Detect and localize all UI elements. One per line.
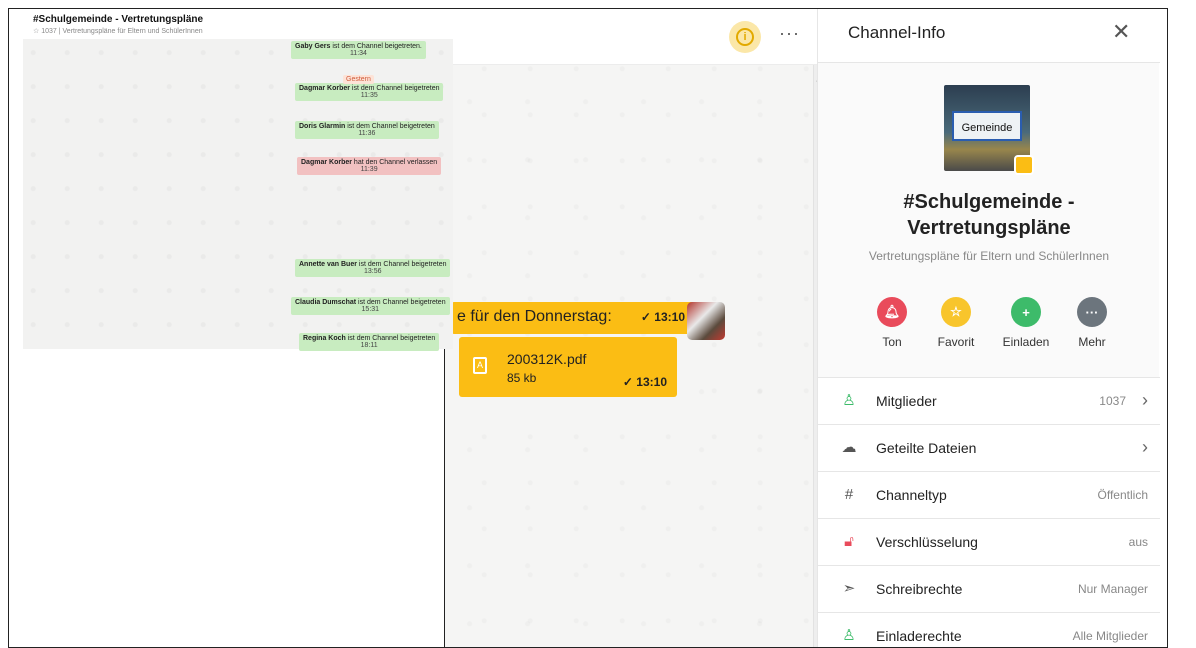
left-chat-log: Gaby Gers ist dem Channel beigetreten. 11… [23, 39, 453, 351]
info-menu: ♙ Mitglieder 1037 › ☁ Geteilte Dateien ›… [818, 377, 1160, 647]
pdf-file-icon: A [473, 357, 487, 374]
panel-title: Channel-Info [848, 23, 946, 42]
action-favorit[interactable]: ☆ Favorit [926, 297, 986, 349]
action-label: Ton [882, 335, 902, 349]
channel-image-label: Gemeinde [952, 111, 1022, 141]
more-icon: ··· [1077, 297, 1107, 327]
message-time: 13:56 [363, 268, 382, 275]
left-channel-subtitle: ☆ 1037 | Vertretungspläne für Eltern und… [33, 28, 203, 35]
close-icon[interactable]: ✕ [1112, 19, 1130, 45]
chat-area: i ··· e für den Donnerstag: ✓ 13:10 A 20… [429, 9, 833, 647]
message-text: e für den Donnerstag: [457, 308, 612, 325]
member-name: Annette van Buer [299, 261, 357, 268]
system-text: ist dem Channel beigetreten [347, 335, 436, 342]
member-name: Dagmar Korber [299, 85, 350, 92]
camera-icon[interactable] [1014, 155, 1034, 175]
action-label: Einladen [1002, 335, 1050, 349]
channel-name-line1: #Schulgemeinde - [903, 191, 1075, 213]
message-time: ✓ 13:10 [640, 310, 685, 324]
member-name: Doris Glarmin [299, 123, 346, 130]
cloud-icon: ☁ [841, 439, 857, 456]
row-label: Channeltyp [876, 487, 947, 503]
system-message: Dagmar Korber hat den Channel verlassen 1… [297, 157, 442, 175]
row-value: 1037 [1099, 394, 1126, 408]
action-ton[interactable]: 🔔︎ Ton [862, 297, 922, 349]
action-einladen[interactable]: + Einladen [996, 297, 1056, 349]
message-time: 15:31 [361, 306, 380, 313]
channel-description: Vertretungspläne für Eltern und SchülerI… [868, 249, 1110, 263]
system-message: Doris Glarmin ist dem Channel beigetrete… [295, 121, 439, 139]
message-time: 11:39 [360, 166, 378, 173]
row-value: aus [1128, 535, 1148, 549]
row-einladerechte[interactable]: ♙ Einladerechte Alle Mitglieder [818, 612, 1160, 647]
system-text: ist dem Channel beigetreten [347, 123, 435, 130]
panel-header: Channel-Info ✕ [818, 9, 1160, 63]
add-user-icon: + [1011, 297, 1041, 327]
more-options-button[interactable]: ··· [779, 23, 800, 44]
channel-info-panel: Channel-Info ✕ Gemeinde #Schulgemeinde -… [817, 9, 1160, 647]
file-size: 85 kb [507, 371, 537, 385]
channel-name-line2: Vertretungspläne [907, 217, 1071, 239]
system-text: ist dem Channel beigetreten [351, 85, 440, 92]
row-geteilte-dateien[interactable]: ☁ Geteilte Dateien › [818, 424, 1160, 471]
system-text: ist dem Channel beigetreten. [332, 43, 422, 50]
megaphone-icon: ➣ [842, 580, 856, 597]
member-name: Gaby Gers [295, 43, 331, 50]
file-attachment[interactable]: A 200312K.pdf 85 kb ✓ 13:10 [459, 337, 677, 397]
row-label: Verschlüsselung [876, 534, 978, 550]
row-label: Einladerechte [876, 628, 962, 644]
row-label: Schreibrechte [876, 581, 963, 597]
system-text: ist dem Channel beigetreten [358, 299, 446, 306]
system-message: Regina Koch ist dem Channel beigetreten 1… [299, 333, 440, 351]
hash-icon: # [844, 486, 854, 503]
message-time: 11:36 [358, 130, 376, 137]
system-text: ist dem Channel beigetreten [358, 261, 447, 268]
chat-toolbar: i ··· [429, 9, 817, 65]
row-channeltyp[interactable]: # Channeltyp Öffentlich [818, 471, 1160, 518]
channel-info-button[interactable]: i [729, 21, 761, 53]
info-icon: i [736, 28, 754, 46]
row-schreibrechte[interactable]: ➣ Schreibrechte Nur Manager [818, 565, 1160, 612]
action-mehr[interactable]: ··· Mehr [1062, 297, 1122, 349]
left-channel-title: #Schulgemeinde - Vertretungspläne [33, 14, 204, 25]
action-label: Mehr [1078, 335, 1106, 349]
user-icon: ♙ [842, 392, 856, 409]
sender-avatar[interactable] [687, 302, 725, 340]
row-value: Nur Manager [1077, 582, 1148, 596]
chevron-right-icon: › [1142, 390, 1148, 410]
star-icon: ☆ [941, 297, 971, 327]
message-time: 11:34 [349, 50, 367, 57]
action-label: Favorit [937, 335, 975, 349]
channel-name: #Schulgemeinde - Vertretungspläne [818, 189, 1160, 241]
message-bubble[interactable]: e für den Donnerstag: ✓ 13:10 [451, 302, 695, 334]
member-name: Dagmar Korber [301, 159, 352, 166]
date-divider: Gestern [343, 75, 374, 84]
file-time: ✓ 13:10 [622, 375, 667, 389]
row-value: Öffentlich [1097, 488, 1148, 502]
lock-icon: 🔓︎ [844, 533, 854, 550]
message-time: 18:11 [360, 342, 378, 349]
system-message: Gaby Gers ist dem Channel beigetreten. 11… [291, 41, 426, 59]
message-time: 11:35 [360, 92, 378, 99]
chevron-right-icon: › [1142, 437, 1148, 457]
member-name: Regina Koch [303, 335, 346, 342]
invite-icon: ♙ [842, 627, 856, 644]
page-frame: i ··· e für den Donnerstag: ✓ 13:10 A 20… [8, 8, 1168, 648]
system-text: hat den Channel verlassen [353, 159, 438, 166]
left-header: #Schulgemeinde - Vertretungspläne ☆ 1037… [9, 9, 445, 39]
system-message: Dagmar Korber ist dem Channel beigetrete… [295, 83, 444, 101]
embedded-screenshot: #Schulgemeinde - Vertretungspläne ☆ 1037… [9, 9, 453, 647]
row-label: Geteilte Dateien [876, 440, 977, 456]
row-mitglieder[interactable]: ♙ Mitglieder 1037 › [818, 377, 1160, 424]
system-message: Annette van Buer ist dem Channel beigetr… [295, 259, 451, 277]
row-verschluesselung[interactable]: 🔓︎ Verschlüsselung aus [818, 518, 1160, 565]
bell-icon: 🔔︎ [877, 297, 907, 327]
file-name: 200312K.pdf [507, 351, 587, 367]
member-name: Claudia Dumschat [295, 299, 357, 306]
row-value: Alle Mitglieder [1072, 629, 1148, 643]
system-message: Claudia Dumschat ist dem Channel beigetr… [291, 297, 450, 315]
row-label: Mitglieder [876, 393, 937, 409]
